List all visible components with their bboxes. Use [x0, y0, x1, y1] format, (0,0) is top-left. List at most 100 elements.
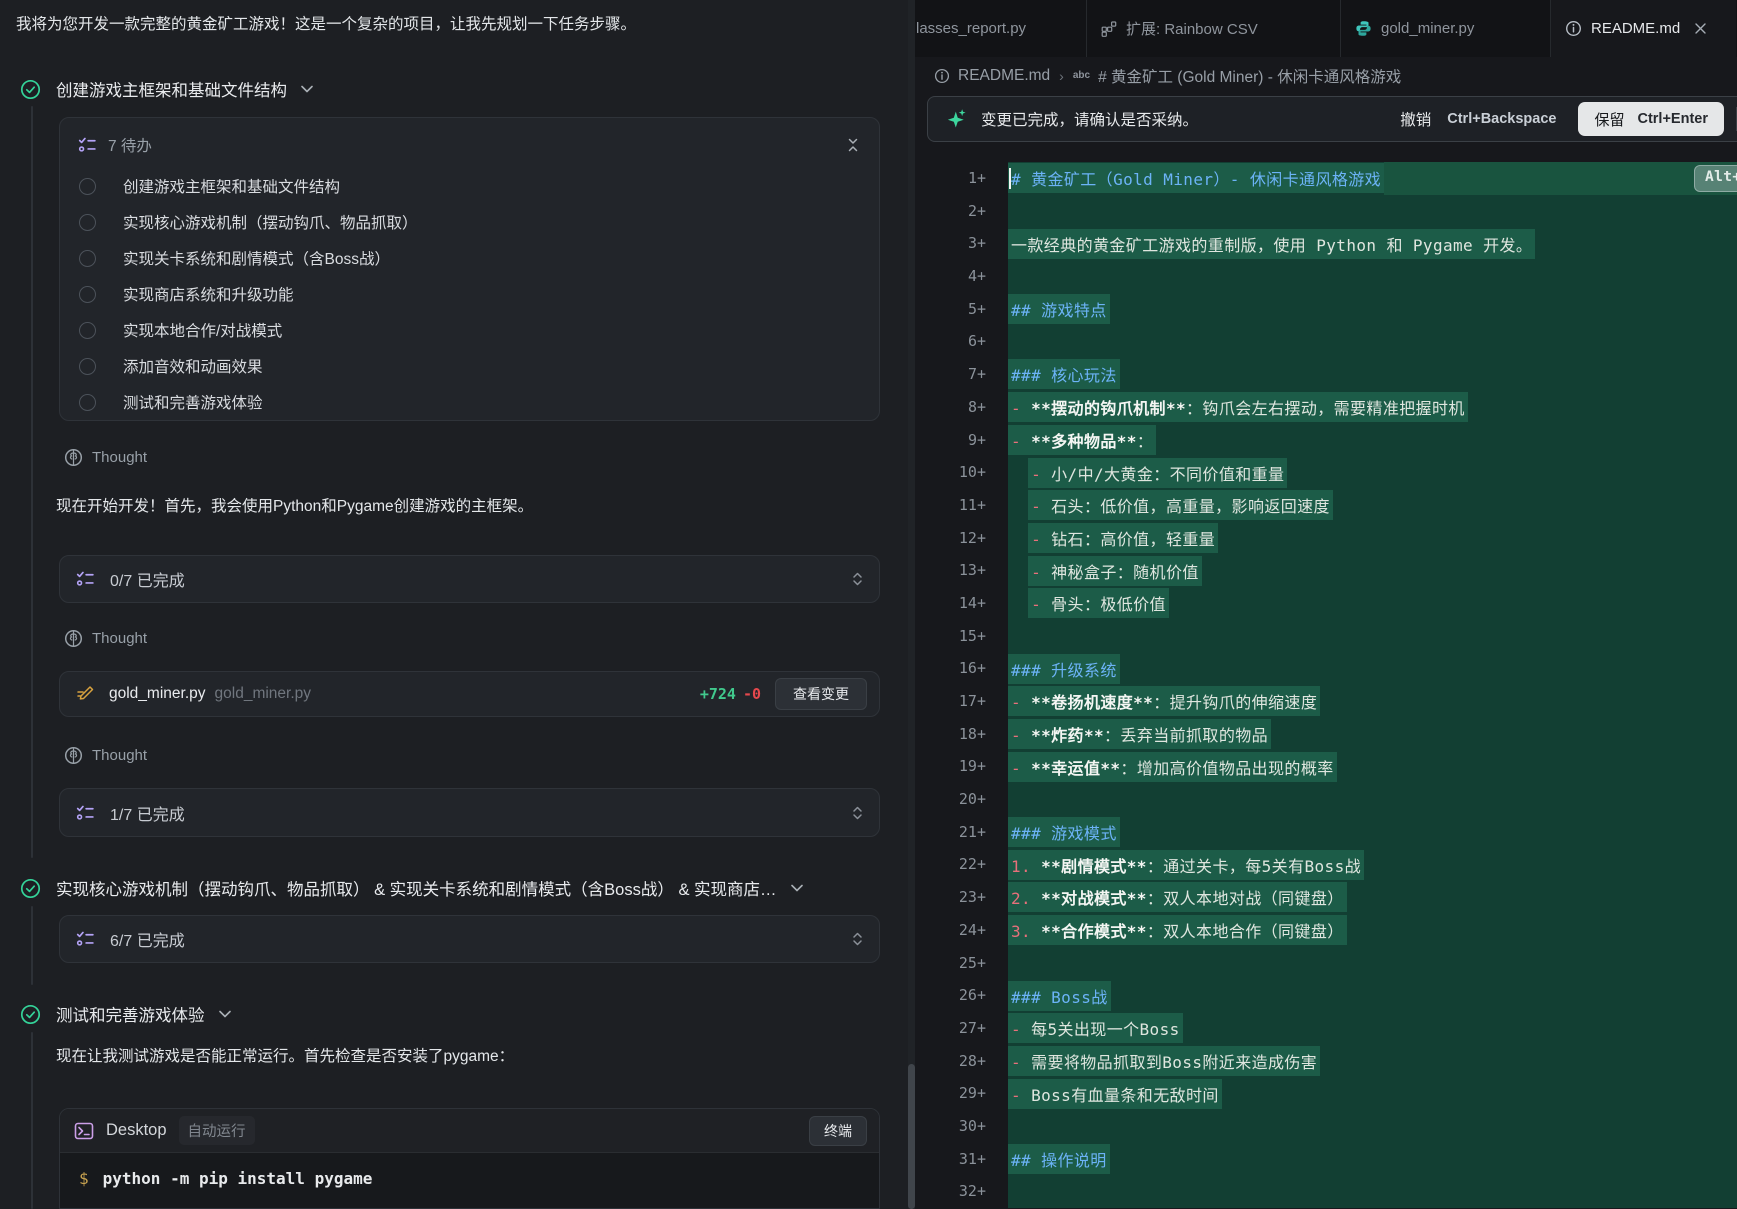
- code-line[interactable]: 32+: [915, 1175, 1737, 1208]
- code-editor[interactable]: 1+# 黄金矿工（Gold Miner）- 休闲卡通风格游戏Alt+2+3+一款…: [915, 162, 1737, 1208]
- code-line[interactable]: 20+: [915, 783, 1737, 816]
- code-line[interactable]: 30+: [915, 1110, 1737, 1143]
- line-content[interactable]: - 神秘盒子：随机价值: [1008, 554, 1737, 587]
- line-number[interactable]: 8+: [915, 391, 986, 424]
- line-content[interactable]: [1008, 783, 1737, 816]
- line-number[interactable]: 30+: [915, 1110, 986, 1143]
- code-line[interactable]: 21+ ### 游戏模式: [915, 816, 1737, 849]
- code-line[interactable]: 24+ 3. **合作模式**：双人本地合作（同键盘）: [915, 914, 1737, 947]
- line-content[interactable]: [1008, 325, 1737, 358]
- line-content[interactable]: [1008, 1110, 1737, 1143]
- line-number[interactable]: 21+: [915, 816, 986, 849]
- line-content[interactable]: - **炸药**：丢弃当前抓取的物品: [1008, 718, 1737, 751]
- code-line[interactable]: 13+ - 神秘盒子：随机价值: [915, 554, 1737, 587]
- line-content[interactable]: [1008, 620, 1737, 653]
- line-content[interactable]: 3. **合作模式**：双人本地合作（同键盘）: [1008, 914, 1737, 947]
- line-number[interactable]: 20+: [915, 783, 986, 816]
- code-line[interactable]: 29+- Boss有血量条和无敌时间: [915, 1077, 1737, 1110]
- line-content[interactable]: 1. **剧情模式**：通过关卡，每5关有Boss战: [1008, 848, 1737, 881]
- chat-scrollbar-thumb[interactable]: [908, 1064, 915, 1209]
- progress-card-6[interactable]: 6/7 已完成: [59, 915, 880, 963]
- line-number[interactable]: 10+: [915, 456, 986, 489]
- todo-item[interactable]: 实现商店系统和升级功能: [76, 276, 863, 312]
- line-number[interactable]: 6+: [915, 325, 986, 358]
- line-content[interactable]: ## 操作说明: [1008, 1143, 1737, 1176]
- todo-checkbox[interactable]: [79, 358, 96, 375]
- code-line[interactable]: 9+- **多种物品**：: [915, 424, 1737, 457]
- line-number[interactable]: 4+: [915, 260, 986, 293]
- line-content[interactable]: - **幸运值**：增加高价值物品出现的概率: [1008, 750, 1737, 783]
- line-number[interactable]: 19+: [915, 750, 986, 783]
- todo-checkbox[interactable]: [79, 250, 96, 267]
- code-line[interactable]: 5+ ## 游戏特点: [915, 293, 1737, 326]
- progress-card-1[interactable]: 1/7 已完成: [59, 788, 880, 837]
- close-icon[interactable]: [1694, 22, 1707, 35]
- line-content[interactable]: - 每5关出现一个Boss: [1008, 1012, 1737, 1045]
- todo-checkbox[interactable]: [79, 322, 96, 339]
- line-content[interactable]: [1008, 195, 1737, 228]
- line-number[interactable]: 27+: [915, 1012, 986, 1045]
- line-number[interactable]: 23+: [915, 881, 986, 914]
- line-number[interactable]: 15+: [915, 620, 986, 653]
- thought-row[interactable]: Thought: [64, 444, 147, 470]
- code-line[interactable]: 2+: [915, 195, 1737, 228]
- thought-row[interactable]: Thought: [64, 625, 147, 651]
- line-number[interactable]: 17+: [915, 685, 986, 718]
- thought-row[interactable]: Thought: [64, 742, 147, 768]
- code-line[interactable]: 10+ - 小/中/大黄金：不同价值和重量: [915, 456, 1737, 489]
- line-content[interactable]: ## 游戏特点: [1008, 293, 1737, 326]
- expand-stepper-icon[interactable]: [850, 931, 865, 947]
- code-line[interactable]: 31+ ## 操作说明: [915, 1143, 1737, 1176]
- line-number[interactable]: 11+: [915, 489, 986, 522]
- line-content[interactable]: ### 游戏模式: [1008, 816, 1737, 849]
- code-line[interactable]: 4+: [915, 260, 1737, 293]
- line-content[interactable]: - 石头：低价值，高重量，影响返回速度: [1008, 489, 1737, 522]
- line-content[interactable]: - **卷扬机速度**：提升钩爪的伸缩速度: [1008, 685, 1737, 718]
- terminal-button[interactable]: 终端: [809, 1116, 867, 1146]
- tab-lasses_report.py[interactable]: lasses_report.py: [915, 0, 1087, 57]
- code-line[interactable]: 17+ - **卷扬机速度**：提升钩爪的伸缩速度: [915, 685, 1737, 718]
- line-number[interactable]: 2+: [915, 195, 986, 228]
- code-line[interactable]: 12+ - 钻石：高价值，轻重量: [915, 522, 1737, 555]
- todo-list-header[interactable]: 7 待办: [76, 132, 863, 158]
- code-line[interactable]: 8+- **摆动的钩爪机制**：钩爪会左右摆动，需要精准把握时机: [915, 391, 1737, 424]
- code-line[interactable]: 22+1. **剧情模式**：通过关卡，每5关有Boss战: [915, 848, 1737, 881]
- todo-item[interactable]: 添加音效和动画效果: [76, 348, 863, 384]
- code-line[interactable]: 1+# 黄金矿工（Gold Miner）- 休闲卡通风格游戏Alt+: [915, 162, 1737, 195]
- code-line[interactable]: 11+ - 石头：低价值，高重量，影响返回速度: [915, 489, 1737, 522]
- line-number[interactable]: 28+: [915, 1045, 986, 1078]
- code-line[interactable]: 28+- 需要将物品抓取到Boss附近来造成伤害: [915, 1045, 1737, 1078]
- code-line[interactable]: 16+### 升级系统: [915, 652, 1737, 685]
- line-number[interactable]: 25+: [915, 947, 986, 980]
- line-content[interactable]: - 骨头：极低价值: [1008, 587, 1737, 620]
- code-line[interactable]: 15+: [915, 620, 1737, 653]
- tab-gold_miner.py[interactable]: gold_miner.py: [1341, 0, 1551, 57]
- todo-checkbox[interactable]: [79, 286, 96, 303]
- line-number[interactable]: 31+: [915, 1143, 986, 1176]
- line-number[interactable]: 9+: [915, 424, 986, 457]
- todo-checkbox[interactable]: [79, 178, 96, 195]
- line-number[interactable]: 32+: [915, 1175, 986, 1208]
- line-content[interactable]: # 黄金矿工（Gold Miner）- 休闲卡通风格游戏Alt+: [1008, 162, 1737, 195]
- line-number[interactable]: 16+: [915, 652, 986, 685]
- expand-stepper-icon[interactable]: [850, 805, 865, 821]
- line-content[interactable]: [1008, 260, 1737, 293]
- code-line[interactable]: 19+ - **幸运值**：增加高价值物品出现的概率: [915, 750, 1737, 783]
- line-number[interactable]: 5+: [915, 293, 986, 326]
- code-line[interactable]: 3+一款经典的黄金矿工游戏的重制版，使用 Python 和 Pygame 开发。: [915, 227, 1737, 260]
- panel-resize-sash[interactable]: [908, 0, 915, 1209]
- progress-card-0[interactable]: 0/7 已完成: [59, 555, 880, 603]
- line-number[interactable]: 24+: [915, 914, 986, 947]
- code-line[interactable]: 25+: [915, 947, 1737, 980]
- line-content[interactable]: ### Boss战: [1008, 979, 1737, 1012]
- line-content[interactable]: [1008, 1175, 1737, 1208]
- line-content[interactable]: - Boss有血量条和无敌时间: [1008, 1077, 1737, 1110]
- line-content[interactable]: ### 核心玩法: [1008, 358, 1737, 391]
- line-number[interactable]: 13+: [915, 554, 986, 587]
- code-line[interactable]: 14+ - 骨头：极低价值: [915, 587, 1737, 620]
- line-content[interactable]: - 钻石：高价值，轻重量: [1008, 522, 1737, 555]
- todo-item[interactable]: 测试和完善游戏体验: [76, 384, 863, 420]
- line-content[interactable]: - 小/中/大黄金：不同价值和重量: [1008, 456, 1737, 489]
- line-number[interactable]: 3+: [915, 227, 986, 260]
- breadcrumb-symbol[interactable]: # 黄金矿工 (Gold Miner) - 休闲卡通风格游戏: [1098, 65, 1401, 87]
